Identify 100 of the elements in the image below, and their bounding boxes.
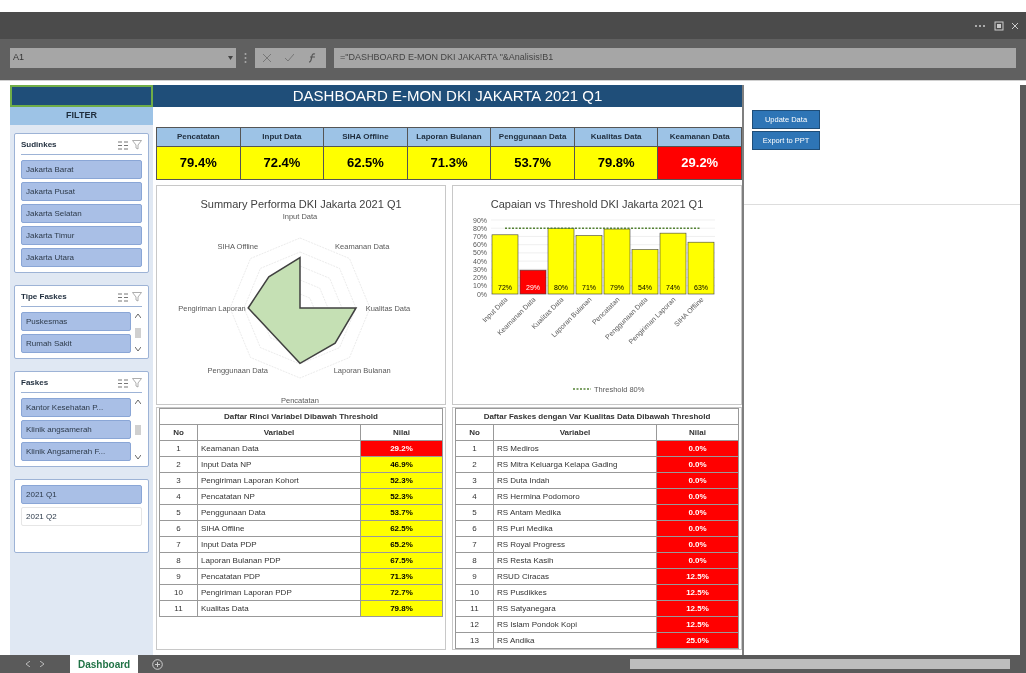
table-cell: 9 bbox=[455, 568, 494, 585]
kpi-label: Kualitas Data bbox=[574, 128, 658, 147]
table-title: Daftar Rinci Variabel Dibawah Threshold bbox=[224, 411, 378, 421]
multi-select-icon[interactable] bbox=[118, 378, 128, 388]
scroll-down-icon[interactable] bbox=[135, 347, 141, 351]
column-header: Variabel bbox=[197, 424, 361, 441]
chart-title: Summary Performa DKI Jakarta 2021 Q1 bbox=[200, 197, 402, 212]
table-cell: 5 bbox=[455, 504, 494, 521]
table-cell: 5 bbox=[159, 504, 198, 521]
scroll-up-icon[interactable] bbox=[135, 314, 141, 318]
table-cell: Pengiriman Laporan Kohort bbox=[197, 472, 361, 489]
slicer-item[interactable]: Jakarta Timur bbox=[21, 226, 142, 245]
table-cell: Pencatatan NP bbox=[197, 488, 361, 505]
chart-title: Capaian vs Threshold DKI Jakarta 2021 Q1 bbox=[490, 197, 704, 212]
kpi-value: 29.2% bbox=[658, 147, 742, 179]
table-cell: 4 bbox=[455, 488, 494, 505]
table-cell: RS Hermina Podomoro bbox=[493, 488, 657, 505]
table-cell: SIHA Offline bbox=[197, 520, 361, 537]
column-header: No bbox=[159, 424, 198, 441]
slicer-item[interactable]: Kantor Kesehatan P... bbox=[21, 398, 131, 417]
bar bbox=[687, 241, 715, 295]
scroll-up-icon[interactable] bbox=[135, 400, 141, 404]
table-cell: RS Duta Indah bbox=[493, 472, 657, 489]
filter-header: FILTER bbox=[10, 107, 153, 125]
multi-select-icon[interactable] bbox=[118, 140, 128, 150]
table-cell: 10 bbox=[455, 584, 494, 601]
scroll-down-icon[interactable] bbox=[135, 455, 141, 459]
table-cell: 13 bbox=[455, 632, 494, 649]
table-cell: RSUD Ciracas bbox=[493, 568, 657, 585]
slicer-item[interactable]: Klinik Angsamerah F... bbox=[21, 442, 131, 461]
horizontal-scrollbar[interactable] bbox=[630, 659, 1010, 669]
table-cell: 3 bbox=[455, 472, 494, 489]
slicer-item[interactable]: Jakarta Selatan bbox=[21, 204, 142, 223]
kpi-label: Laporan Bulanan bbox=[407, 128, 491, 147]
slicer-item[interactable]: Jakarta Utara bbox=[21, 248, 142, 267]
table-cell: RS Satyanegara bbox=[493, 600, 657, 617]
previous-sheet-icon[interactable] bbox=[26, 661, 30, 667]
dropdown-caret-icon[interactable] bbox=[228, 55, 233, 60]
table-cell: 4 bbox=[159, 488, 198, 505]
formula-field[interactable]: ="DASHBOARD E-MON DKI JAKARTA "&Analisis!B1 bbox=[334, 47, 1016, 68]
table-cell: RS Resta Kasih bbox=[493, 552, 657, 569]
restore-window-icon[interactable] bbox=[994, 20, 1004, 31]
table-cell: RS Mediros bbox=[493, 440, 657, 457]
legend-line-icon bbox=[572, 388, 592, 390]
scroll-thumb[interactable] bbox=[135, 327, 141, 338]
table-cell: 9 bbox=[159, 568, 198, 585]
table-cell: 2 bbox=[159, 456, 198, 473]
kpi-value: 79.8% bbox=[574, 147, 658, 179]
table-cell: 6 bbox=[455, 520, 494, 537]
table-title: Daftar Faskes dengan Var Kualitas Data Dibawah Threshold bbox=[483, 411, 711, 421]
table-cell: 6 bbox=[159, 520, 198, 537]
slicer-item[interactable]: Jakarta Pusat bbox=[21, 182, 142, 201]
name-box[interactable]: A1 bbox=[10, 47, 236, 68]
column-header: Variabel bbox=[493, 424, 657, 441]
table-cell: 7 bbox=[455, 536, 494, 553]
table-cell: 7 bbox=[159, 536, 198, 553]
insert-function-icon[interactable] bbox=[308, 52, 318, 63]
cancel-icon[interactable] bbox=[263, 53, 271, 62]
slicer-item[interactable]: Jakarta Barat bbox=[21, 160, 142, 179]
bar bbox=[575, 235, 603, 295]
kpi-value: 72.4% bbox=[240, 147, 324, 179]
close-icon[interactable] bbox=[1012, 20, 1018, 31]
slicer-item[interactable]: 2021 Q2 bbox=[21, 507, 142, 526]
kpi-label: Pencatatan bbox=[157, 128, 240, 147]
more-options-icon[interactable] bbox=[974, 23, 986, 28]
clear-filter-icon[interactable] bbox=[132, 292, 142, 302]
sheet-tab[interactable]: Dashboard bbox=[70, 655, 139, 673]
kpi-value: 71.3% bbox=[407, 147, 491, 179]
slicer-scrollbar[interactable] bbox=[134, 398, 142, 461]
table-cell: Keamanan Data bbox=[197, 440, 361, 457]
slicer-item[interactable]: Puskesmas bbox=[21, 312, 131, 331]
table-cell: 11 bbox=[455, 600, 494, 617]
drag-handle-icon[interactable] bbox=[244, 51, 247, 64]
next-sheet-icon[interactable] bbox=[40, 661, 44, 667]
table-cell: Input Data PDP bbox=[197, 536, 361, 553]
dashboard-title-bar: DASHBOARD E-MON DKI JAKARTA 2021 Q1 bbox=[153, 85, 742, 107]
table-cell: Kualitas Data bbox=[197, 600, 361, 617]
table-cell: RS Puri Medika bbox=[493, 520, 657, 537]
kpi-label: Penggunaan Data bbox=[491, 128, 574, 147]
add-sheet-icon[interactable] bbox=[152, 658, 164, 670]
multi-select-icon[interactable] bbox=[118, 292, 128, 302]
table-cell: RS Royal Progress bbox=[493, 536, 657, 553]
clear-filter-icon[interactable] bbox=[132, 378, 142, 388]
slicer-item[interactable]: Rumah Sakit bbox=[21, 334, 131, 353]
table-cell: Penggunaan Data bbox=[197, 504, 361, 521]
kpi-value: 62.5% bbox=[324, 147, 407, 179]
table-cell: RS Andika bbox=[493, 632, 657, 649]
slicer-scrollbar[interactable] bbox=[134, 312, 142, 353]
column-header: Nilai bbox=[656, 424, 739, 441]
scroll-thumb[interactable] bbox=[135, 424, 141, 435]
table-cell: 3 bbox=[159, 472, 198, 489]
bar bbox=[659, 232, 687, 295]
table-cell: RS Pusdikkes bbox=[493, 584, 657, 601]
clear-filter-icon[interactable] bbox=[132, 140, 142, 150]
slicer-item[interactable]: Klinik angsamerah bbox=[21, 420, 131, 439]
check-icon[interactable] bbox=[285, 53, 294, 62]
table-cell: 10 bbox=[159, 584, 198, 601]
slicer-item[interactable]: 2021 Q1 bbox=[21, 485, 142, 504]
table-cell: Pencatatan PDP bbox=[197, 568, 361, 585]
vertical-scrollbar[interactable] bbox=[1020, 85, 1026, 655]
